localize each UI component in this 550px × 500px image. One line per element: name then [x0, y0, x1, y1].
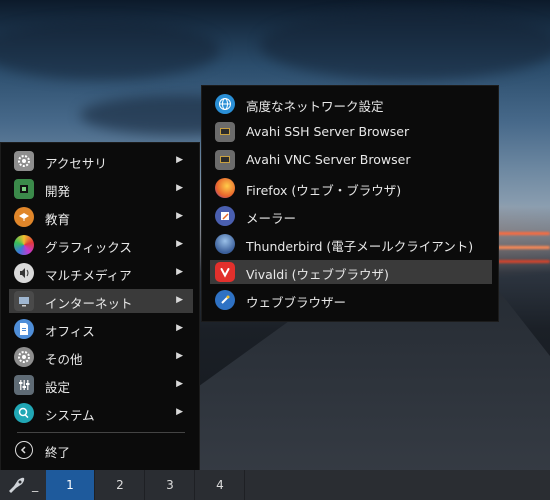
- internet-submenu: 高度なネットワーク設定 Avahi SSH Server Browser Ava…: [201, 85, 499, 322]
- office-icon: [14, 319, 34, 339]
- submenu-arrow-icon: ▶: [176, 239, 183, 249]
- workspace-4-button[interactable]: 4: [196, 470, 245, 500]
- submenu-item-label: 高度なネットワーク設定: [246, 99, 384, 114]
- menu-item-graphics[interactable]: グラフィックス ▶: [9, 233, 193, 257]
- submenu-item-label: Avahi VNC Server Browser: [246, 152, 411, 167]
- application-menu: アクセサリ ▶ 開発 ▶ 教育 ▶ グラフィックス ▶ マルチメディア ▶ イン…: [0, 142, 200, 472]
- submenu-item-firefox[interactable]: Firefox (ウェブ・ブラウザ): [210, 176, 492, 200]
- avahi-ssh-icon: [215, 122, 235, 142]
- submenu-item-label: ウェブブラウザー: [246, 295, 347, 310]
- submenu-item-avahi-vnc[interactable]: Avahi VNC Server Browser: [210, 148, 492, 172]
- menu-item-label: システム: [45, 408, 95, 423]
- menu-item-accessories[interactable]: アクセサリ ▶: [9, 149, 193, 173]
- submenu-arrow-icon: ▶: [176, 295, 183, 305]
- menu-item-settings[interactable]: 設定 ▶: [9, 373, 193, 397]
- app-launcher-button[interactable]: _: [0, 470, 45, 500]
- menu-item-label: グラフィックス: [45, 240, 132, 255]
- taskbar: _ 1 2 3 4: [0, 470, 550, 500]
- menu-item-education[interactable]: 教育 ▶: [9, 205, 193, 229]
- submenu-arrow-icon: ▶: [176, 267, 183, 277]
- submenu-item-label: メーラー: [246, 211, 297, 226]
- menu-item-label: 終了: [45, 445, 71, 460]
- menu-item-internet[interactable]: インターネット ▶: [9, 289, 193, 313]
- menu-item-office[interactable]: オフィス ▶: [9, 317, 193, 341]
- submenu-arrow-icon: ▶: [176, 351, 183, 361]
- submenu-item-mailer[interactable]: メーラー: [210, 204, 492, 228]
- multimedia-icon: [14, 263, 34, 283]
- internet-icon: [14, 291, 34, 311]
- development-icon: [14, 179, 34, 199]
- menu-item-label: その他: [45, 352, 83, 367]
- firefox-icon: [215, 178, 235, 198]
- submenu-item-network-settings[interactable]: 高度なネットワーク設定: [210, 92, 492, 116]
- submenu-item-label: Thunderbird (電子メールクライアント): [246, 239, 474, 254]
- submenu-item-label: Vivaldi (ウェブブラウザ): [246, 267, 389, 282]
- taskbar-underscore: _: [32, 477, 39, 492]
- web-browser-icon: [215, 290, 235, 310]
- menu-item-label: インターネット: [45, 296, 133, 311]
- rocket-icon: [6, 476, 26, 497]
- menu-item-label: 開発: [45, 184, 71, 199]
- menu-separator: [17, 432, 185, 433]
- logout-icon: [15, 441, 33, 459]
- menu-item-label: アクセサリ: [45, 156, 107, 171]
- submenu-item-label: Avahi SSH Server Browser: [246, 124, 410, 139]
- menu-item-logout[interactable]: 終了: [9, 438, 193, 462]
- menu-item-multimedia[interactable]: マルチメディア ▶: [9, 261, 193, 285]
- menu-item-system[interactable]: システム ▶: [9, 401, 193, 425]
- menu-item-label: マルチメディア: [45, 268, 132, 283]
- thunderbird-icon: [215, 234, 235, 254]
- submenu-item-web-browser[interactable]: ウェブブラウザー: [210, 288, 492, 312]
- mailer-icon: [215, 206, 235, 226]
- settings-icon: [14, 375, 34, 395]
- workspace-2-button[interactable]: 2: [96, 470, 145, 500]
- network-settings-icon: [215, 94, 235, 114]
- submenu-arrow-icon: ▶: [176, 379, 183, 389]
- submenu-item-label: Firefox (ウェブ・ブラウザ): [246, 183, 402, 198]
- submenu-item-vivaldi[interactable]: Vivaldi (ウェブブラウザ): [210, 260, 492, 284]
- menu-item-label: オフィス: [45, 324, 95, 339]
- submenu-item-thunderbird[interactable]: Thunderbird (電子メールクライアント): [210, 232, 492, 256]
- submenu-arrow-icon: ▶: [176, 183, 183, 193]
- graphics-icon: [14, 235, 34, 255]
- submenu-arrow-icon: ▶: [176, 323, 183, 333]
- submenu-arrow-icon: ▶: [176, 407, 183, 417]
- menu-item-other[interactable]: その他 ▶: [9, 345, 193, 369]
- avahi-vnc-icon: [215, 150, 235, 170]
- workspace-3-button[interactable]: 3: [146, 470, 195, 500]
- gear-icon: [14, 151, 34, 171]
- workspace-1-button[interactable]: 1: [46, 470, 95, 500]
- vivaldi-icon: [215, 262, 235, 282]
- submenu-arrow-icon: ▶: [176, 155, 183, 165]
- menu-item-label: 教育: [45, 212, 71, 227]
- menu-item-label: 設定: [45, 380, 71, 395]
- other-gear-icon: [14, 347, 34, 367]
- education-icon: [14, 207, 34, 227]
- menu-item-development[interactable]: 開発 ▶: [9, 177, 193, 201]
- submenu-arrow-icon: ▶: [176, 211, 183, 221]
- submenu-item-avahi-ssh[interactable]: Avahi SSH Server Browser: [210, 120, 492, 144]
- system-icon: [14, 403, 34, 423]
